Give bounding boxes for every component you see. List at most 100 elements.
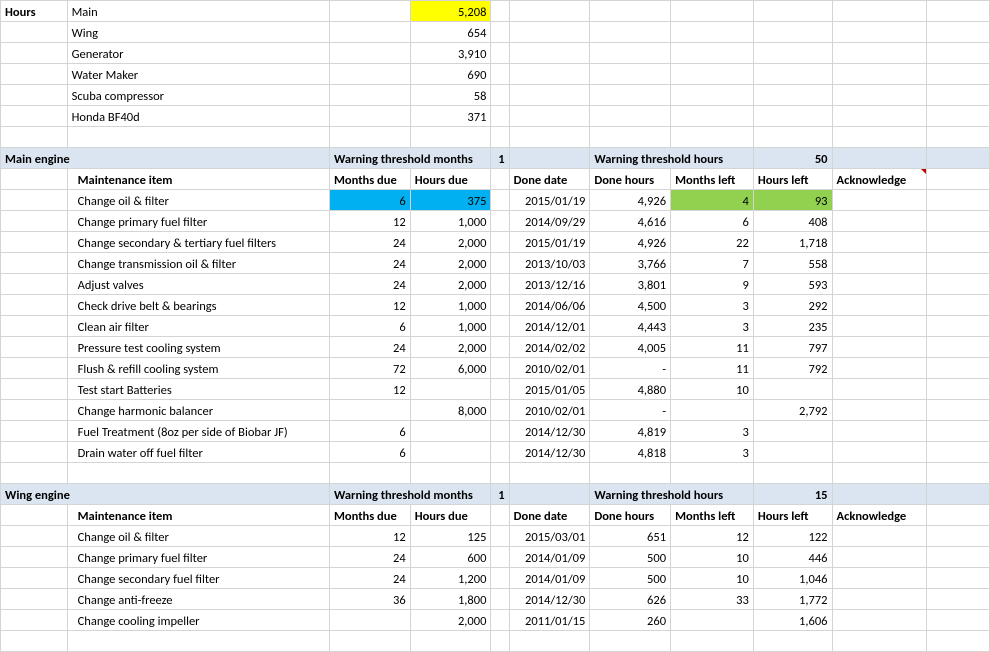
col-months-left[interactable]: Months left [671,505,754,526]
maintenance-item[interactable]: Drain water off fuel filter [67,442,329,463]
acknowledge-cell[interactable] [832,421,927,442]
maintenance-item[interactable]: Change secondary & tertiary fuel filters [67,232,329,253]
hours-left[interactable]: 235 [753,316,832,337]
acknowledge-cell[interactable] [832,400,927,421]
warn-hours-label[interactable]: Warning threshold hours [590,148,753,169]
equipment-hours[interactable]: 3,910 [410,43,491,64]
hours-due[interactable]: 2,000 [410,274,491,295]
months-due[interactable]: 12 [329,379,410,400]
done-date[interactable]: 2015/01/19 [509,190,590,211]
col-acknowledge[interactable]: Acknowledge [832,505,927,526]
done-date[interactable]: 2011/01/15 [509,610,590,631]
done-date[interactable]: 2014/01/09 [509,568,590,589]
done-hours[interactable]: 4,818 [590,442,671,463]
maintenance-item[interactable]: Change primary fuel filter [67,547,329,568]
months-due[interactable]: 12 [329,526,410,547]
hours-left[interactable]: 1,772 [753,589,832,610]
done-hours[interactable]: 4,926 [590,232,671,253]
maintenance-item[interactable]: Change cooling impeller [67,610,329,631]
done-date[interactable]: 2015/01/19 [509,232,590,253]
hours-left[interactable] [753,379,832,400]
col-done-hours[interactable]: Done hours [590,505,671,526]
hours-due[interactable]: 6,000 [410,358,491,379]
hours-left[interactable]: 1,718 [753,232,832,253]
months-due[interactable]: 24 [329,568,410,589]
hours-due[interactable]: 8,000 [410,400,491,421]
col-done-date[interactable]: Done date [509,505,590,526]
equipment-name[interactable]: Generator [67,43,329,64]
warn-hours-value[interactable]: 50 [753,148,832,169]
months-left[interactable]: 10 [671,568,754,589]
hours-left[interactable]: 2,792 [753,400,832,421]
done-hours[interactable]: 4,005 [590,337,671,358]
done-date[interactable]: 2014/06/06 [509,295,590,316]
warn-hours-value[interactable]: 15 [753,484,832,505]
months-left[interactable] [671,610,754,631]
done-hours[interactable]: - [590,400,671,421]
months-left[interactable]: 10 [671,547,754,568]
done-hours[interactable]: 4,500 [590,295,671,316]
done-hours[interactable]: - [590,358,671,379]
equipment-hours[interactable]: 654 [410,22,491,43]
acknowledge-cell[interactable] [832,610,927,631]
hours-left[interactable]: 1,606 [753,610,832,631]
months-due[interactable]: 6 [329,190,410,211]
done-hours[interactable]: 3,801 [590,274,671,295]
section-title[interactable]: Main engine [1,148,330,169]
maintenance-item[interactable]: Check drive belt & bearings [67,295,329,316]
hours-due[interactable] [410,442,491,463]
acknowledge-cell[interactable] [832,295,927,316]
hours-due[interactable]: 2,000 [410,337,491,358]
section-title[interactable]: Wing engine [1,484,330,505]
done-date[interactable]: 2013/10/03 [509,253,590,274]
acknowledge-cell[interactable] [832,274,927,295]
maintenance-item[interactable]: Change oil & filter [67,190,329,211]
months-left[interactable]: 22 [671,232,754,253]
done-hours[interactable]: 4,880 [590,379,671,400]
maintenance-item[interactable]: Change secondary fuel filter [67,568,329,589]
hours-left[interactable]: 593 [753,274,832,295]
months-due[interactable]: 24 [329,232,410,253]
hours-due[interactable]: 1,000 [410,211,491,232]
hours-left[interactable]: 93 [753,190,832,211]
acknowledge-cell[interactable] [832,568,927,589]
done-date[interactable]: 2010/02/01 [509,400,590,421]
hours-left[interactable] [753,421,832,442]
hours-left[interactable]: 1,046 [753,568,832,589]
hours-due[interactable]: 2,000 [410,232,491,253]
months-left[interactable]: 3 [671,316,754,337]
hours-due[interactable] [410,379,491,400]
done-hours[interactable]: 4,616 [590,211,671,232]
hours-due[interactable]: 2,000 [410,610,491,631]
months-left[interactable] [671,400,754,421]
done-date[interactable]: 2014/12/30 [509,589,590,610]
acknowledge-cell[interactable] [832,442,927,463]
acknowledge-cell[interactable] [832,232,927,253]
acknowledge-cell[interactable] [832,253,927,274]
acknowledge-cell[interactable] [832,526,927,547]
months-left[interactable]: 6 [671,211,754,232]
col-hours-left[interactable]: Hours left [753,505,832,526]
hours-left[interactable]: 558 [753,253,832,274]
hours-due[interactable]: 1,000 [410,295,491,316]
equipment-name[interactable]: Wing [67,22,329,43]
hours-left[interactable]: 292 [753,295,832,316]
hours-label[interactable]: Hours [1,1,68,22]
months-left[interactable]: 11 [671,337,754,358]
maintenance-item[interactable]: Clean air filter [67,316,329,337]
hours-due[interactable]: 1,200 [410,568,491,589]
acknowledge-cell[interactable] [832,316,927,337]
warn-hours-label[interactable]: Warning threshold hours [590,484,753,505]
months-left[interactable]: 9 [671,274,754,295]
col-hours-left[interactable]: Hours left [753,169,832,190]
months-left[interactable]: 7 [671,253,754,274]
months-due[interactable]: 36 [329,589,410,610]
equipment-name[interactable]: Scuba compressor [67,85,329,106]
done-hours[interactable]: 4,443 [590,316,671,337]
done-date[interactable]: 2015/01/05 [509,379,590,400]
col-hours-due[interactable]: Hours due [410,169,491,190]
hours-due[interactable]: 600 [410,547,491,568]
equipment-name[interactable]: Main [67,1,329,22]
done-date[interactable]: 2014/09/29 [509,211,590,232]
equipment-hours[interactable]: 371 [410,106,491,127]
